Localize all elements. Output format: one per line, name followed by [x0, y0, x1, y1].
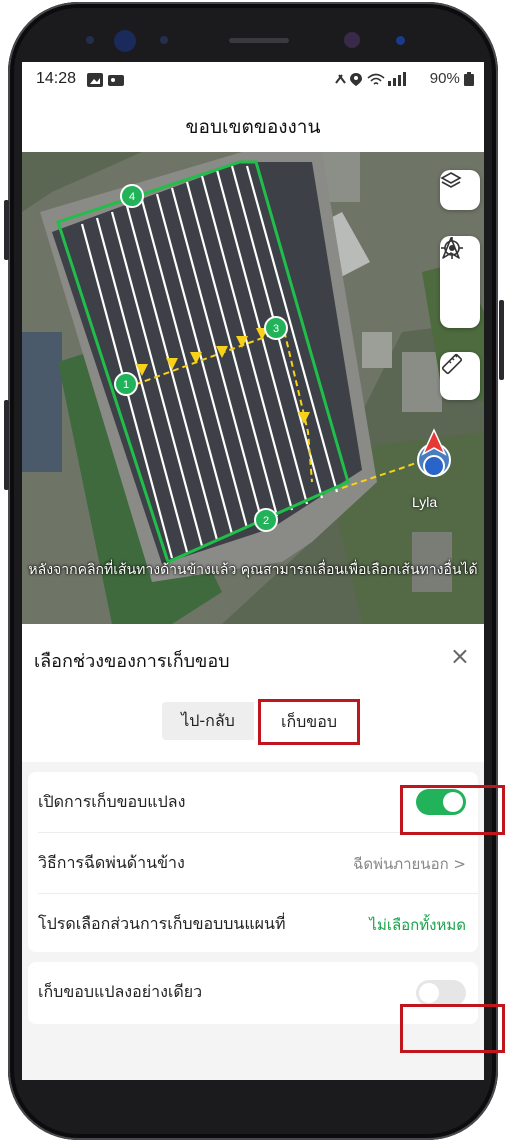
enable-edge-label: เปิดการเก็บขอบแปลง [38, 792, 186, 811]
title-bar: ขอบเขตของงาน [22, 96, 484, 152]
satellite-map[interactable]: 1 2 3 4 Lyla หลังจากคลิกที่เส้นทางด้านข้… [22, 152, 484, 624]
front-camera [114, 30, 136, 52]
locate-icon[interactable] [440, 236, 464, 260]
sensor-dot [396, 36, 405, 45]
tab-round-trip[interactable]: ไป-กลับ [162, 702, 254, 740]
map-hint-text: หลังจากคลิกที่เส้นทางด้านข้างแล้ว คุณสาม… [28, 562, 478, 578]
page-title: ขอบเขตของงาน [185, 116, 321, 138]
layers-button[interactable] [440, 170, 480, 210]
edge-only-label: เก็บขอบแปลงอย่างเดียว [38, 982, 203, 1001]
notification-icons [86, 72, 130, 92]
sheet-header: เลือกช่วงของการเก็บขอบ × [22, 624, 484, 690]
camera-lens [344, 32, 360, 48]
edge-only-toggle[interactable] [416, 980, 466, 1006]
map-canvas: 1 2 3 4 [22, 152, 484, 624]
highlight-box-edge-only [400, 1004, 505, 1053]
select-part-label: โปรดเลือกส่วนการเก็บขอบบนแผนที่ [38, 914, 286, 933]
power-button [499, 300, 504, 380]
user-name-label: Lyla [412, 494, 438, 510]
navigation-control-group [440, 236, 480, 328]
sensor-dot [160, 36, 168, 44]
sensor-dot [86, 36, 94, 44]
ruler-icon [441, 353, 463, 375]
layers-icon [440, 172, 462, 188]
status-time: 14:28 [36, 70, 77, 87]
app-screen: 14:28 90% ขอบเขตของงาน 1 2 3 4 Lyla หลัง… [22, 62, 484, 1080]
battery-percent: 90% [429, 70, 460, 87]
toggle-knob [419, 983, 439, 1003]
waypoint-1-label: 1 [123, 379, 129, 391]
status-bar: 14:28 90% [22, 62, 484, 96]
spray-method-row[interactable]: วิธีการฉีดพ่นด้านข้าง ฉีดพ่นภายนอก > [28, 833, 478, 893]
deselect-all-link[interactable]: ไม่เลือกทั้งหมด [369, 913, 466, 937]
status-icons [334, 72, 406, 87]
volume-up-button [4, 200, 9, 260]
earpiece [229, 38, 289, 43]
ruler-button[interactable] [440, 352, 480, 400]
volume-down-button [4, 400, 9, 490]
battery-icon [464, 72, 474, 87]
waypoint-2-label: 2 [263, 515, 269, 527]
spray-method-value[interactable]: ฉีดพ่นภายนอก > [353, 852, 466, 876]
waypoint-3-label: 3 [273, 323, 279, 335]
sheet-title: เลือกช่วงของการเก็บขอบ [34, 651, 230, 672]
tab-edge[interactable]: เก็บขอบ [258, 699, 360, 745]
waypoint-4-label: 4 [129, 191, 135, 203]
status-right: 90% [334, 70, 474, 87]
mode-tabs: ไป-กลับ เก็บขอบ [22, 690, 484, 762]
highlight-box-enable-edge [400, 785, 505, 835]
close-icon[interactable]: × [450, 642, 470, 670]
spray-method-label: วิธีการฉีดพ่นด้านข้าง [38, 853, 185, 872]
camera-notch [24, 12, 482, 62]
select-part-row: โปรดเลือกส่วนการเก็บขอบบนแผนที่ ไม่เลือก… [28, 894, 478, 954]
